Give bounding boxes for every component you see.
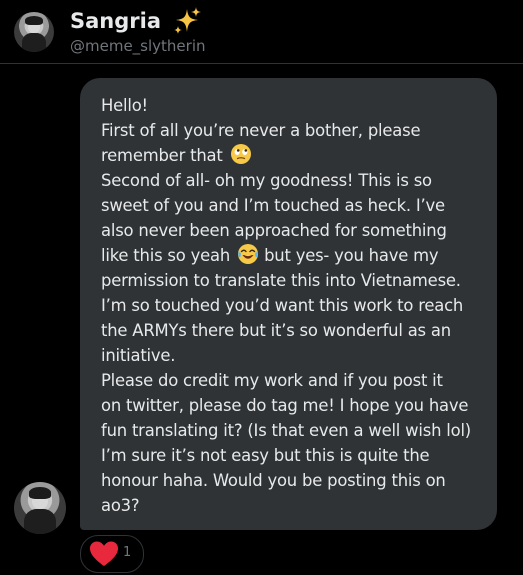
message-line: on twitter, please do tag me! I hope you…	[101, 396, 469, 415]
message-line: ao3?	[101, 496, 140, 515]
rolling-eyes-icon	[230, 144, 251, 164]
message-line: sweet of you and I’m touched as heck. I’…	[101, 196, 445, 215]
message-line-text: but yes- you have my	[264, 246, 439, 265]
sender-avatar[interactable]	[14, 482, 66, 534]
message-line: honour haha. Would you be posting this o…	[101, 471, 446, 490]
heart-icon	[90, 541, 118, 566]
message-line-text: remember that	[101, 146, 223, 165]
message-line: the ARMYs there but it’s so wonderful as…	[101, 321, 451, 340]
reaction-badge[interactable]: 1	[80, 535, 144, 573]
message-line: First of all you’re never a bother, plea…	[101, 121, 421, 140]
message-line: I’m sure it’s not easy but this is quite…	[101, 446, 430, 465]
tears-of-joy-icon	[238, 244, 259, 264]
message-line: permission to translate this into Vietna…	[101, 271, 461, 290]
display-name[interactable]: Sangria	[70, 8, 161, 34]
header-avatar[interactable]	[14, 12, 54, 52]
message-line: Please do credit my work and if you post…	[101, 371, 443, 390]
reaction-count: 1	[123, 545, 132, 560]
message-line: I’m so touched you’d want this work to r…	[101, 296, 464, 315]
message-line-text: like this so yeah	[101, 246, 231, 265]
message-line: like this so yeah but yes- you have my	[101, 243, 486, 268]
message-line: fun translating it? (Is that even a well…	[101, 421, 471, 440]
message-line: also never been approached for something	[101, 221, 447, 240]
conversation-header: Sangria @meme_slytherin	[0, 0, 523, 64]
user-handle[interactable]: @meme_slytherin	[70, 36, 206, 56]
message-line: Second of all- oh my goodness! This is s…	[101, 171, 432, 190]
message-text: Hello! First of all you’re never a bothe…	[101, 93, 486, 518]
message-line: initiative.	[101, 346, 176, 365]
sparkles-icon	[174, 7, 201, 34]
message-line: remember that	[101, 143, 486, 168]
message-line: Hello!	[101, 96, 148, 115]
